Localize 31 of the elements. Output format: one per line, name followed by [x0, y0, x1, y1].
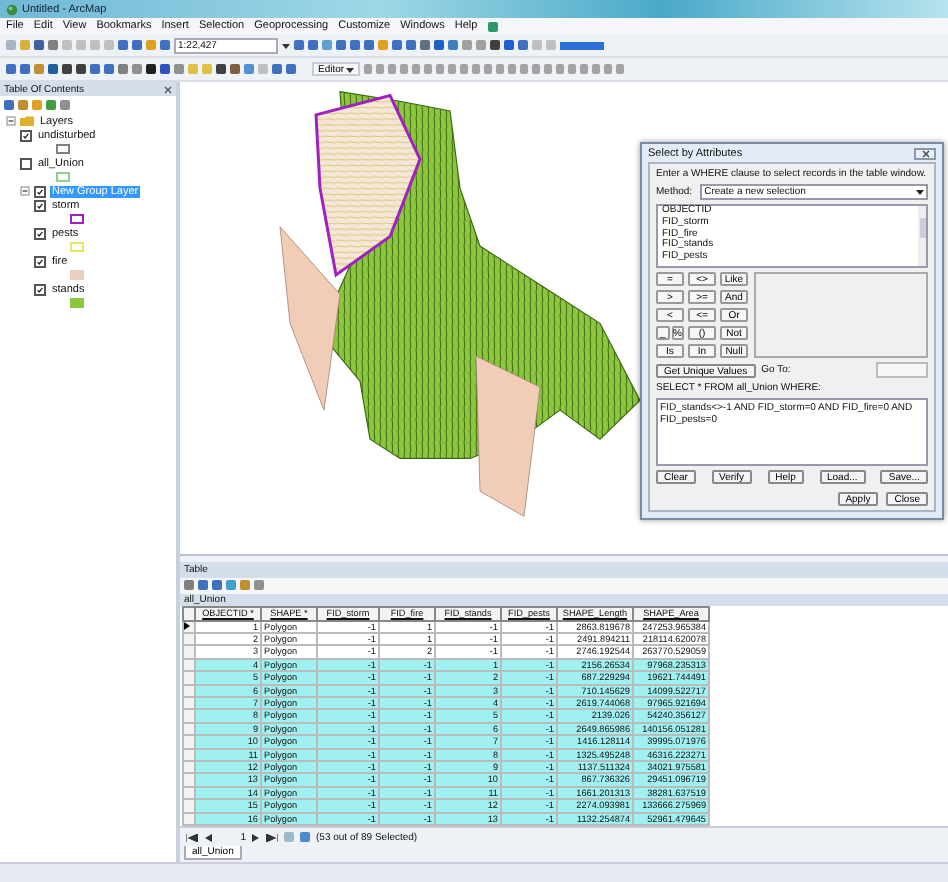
collapse-toggle[interactable] — [20, 186, 30, 196]
show-selected-records-icon[interactable] — [300, 832, 310, 842]
row-selector[interactable] — [183, 620, 195, 633]
layer-checkbox[interactable] — [20, 129, 32, 141]
close-icon — [921, 149, 929, 157]
next-record-icon[interactable] — [252, 833, 260, 841]
map-view[interactable] — [180, 82, 948, 553]
layer-dropdown[interactable] — [560, 41, 604, 49]
scrollbar[interactable] — [918, 206, 926, 266]
caret-icon — [916, 188, 924, 196]
layer-checkbox[interactable] — [34, 199, 46, 211]
close-button[interactable] — [914, 147, 936, 159]
layer-symbol[interactable] — [56, 144, 70, 154]
help-icon[interactable] — [487, 21, 498, 31]
layer-checkbox[interactable] — [34, 255, 46, 267]
caret-icon — [346, 65, 355, 73]
layer-checkbox[interactable] — [34, 227, 46, 239]
globe-icon — [6, 3, 18, 15]
previous-record-icon[interactable] — [204, 833, 212, 841]
layer-checkbox[interactable] — [34, 283, 46, 295]
collapse-toggle[interactable] — [6, 116, 16, 126]
close-icon[interactable] — [164, 85, 172, 93]
go-to-field[interactable] — [876, 362, 928, 378]
layer-symbol[interactable] — [70, 214, 84, 224]
caret-icon[interactable] — [282, 41, 290, 49]
show-all-records-icon[interactable] — [284, 832, 294, 842]
layer-checkbox[interactable] — [20, 157, 32, 169]
first-record-icon[interactable] — [186, 833, 198, 841]
last-record-icon[interactable] — [266, 833, 278, 841]
layers-folder-icon — [20, 116, 34, 126]
layer-checkbox[interactable] — [34, 185, 46, 197]
